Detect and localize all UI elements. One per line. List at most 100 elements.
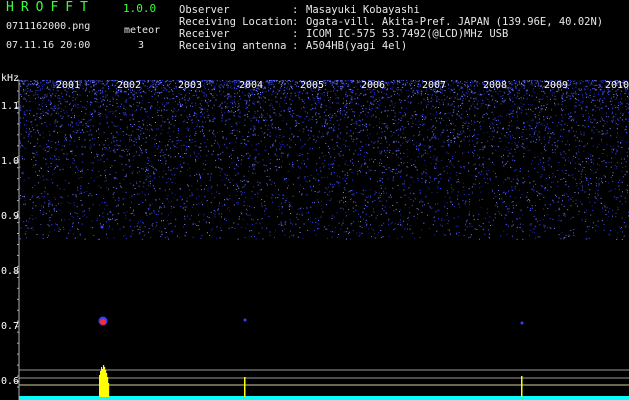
noise-speck: [98, 185, 100, 187]
noise-speck: [523, 147, 525, 149]
noise-speck: [586, 209, 587, 211]
noise-speck: [437, 210, 439, 212]
noise-speck: [584, 144, 586, 146]
noise-speck: [605, 209, 607, 211]
noise-speck: [180, 106, 182, 107]
noise-speck: [533, 88, 535, 90]
noise-speck: [207, 117, 209, 119]
noise-speck: [544, 215, 545, 217]
noise-speck: [352, 92, 354, 94]
noise-speck: [100, 81, 102, 82]
noise-speck: [97, 159, 99, 161]
noise-speck: [417, 89, 419, 91]
noise-speck: [550, 186, 552, 188]
noise-speck: [26, 110, 28, 112]
noise-speck: [623, 235, 625, 237]
noise-speck: [289, 146, 291, 148]
noise-speck: [198, 153, 200, 155]
noise-speck: [516, 108, 518, 110]
noise-speck: [534, 108, 536, 110]
noise-speck: [586, 238, 588, 240]
noise-speck: [612, 119, 614, 121]
noise-speck: [243, 201, 245, 203]
noise-speck: [281, 213, 283, 215]
noise-speck: [255, 222, 257, 224]
noise-speck: [165, 232, 167, 233]
noise-speck: [109, 174, 111, 175]
noise-speck: [29, 217, 31, 219]
noise-speck: [500, 103, 502, 105]
noise-speck: [472, 144, 474, 146]
noise-speck: [267, 184, 269, 186]
noise-speck: [488, 158, 490, 160]
noise-speck: [229, 195, 230, 196]
noise-speck: [313, 185, 314, 187]
noise-speck: [195, 105, 197, 107]
noise-speck: [224, 95, 226, 97]
noise-speck: [485, 104, 487, 106]
noise-speck: [24, 124, 26, 126]
noise-speck: [328, 225, 330, 226]
noise-speck: [318, 102, 320, 104]
noise-speck: [304, 163, 305, 165]
noise-speck: [129, 225, 131, 227]
noise-speck: [60, 196, 62, 198]
noise-speck: [605, 166, 607, 168]
noise-speck: [312, 148, 313, 150]
noise-speck: [201, 189, 202, 191]
noise-speck: [31, 123, 33, 125]
noise-speck: [593, 88, 595, 89]
noise-speck: [209, 81, 211, 83]
noise-speck: [86, 190, 88, 192]
noise-speck: [362, 193, 364, 195]
noise-speck: [195, 160, 197, 162]
noise-speck: [111, 111, 113, 112]
noise-speck: [622, 113, 624, 115]
noise-speck: [435, 177, 437, 179]
noise-speck: [256, 101, 258, 103]
noise-speck: [573, 234, 575, 236]
noise-speck: [173, 97, 175, 99]
noise-speck: [575, 105, 577, 107]
noise-speck: [167, 195, 169, 197]
noise-speck: [429, 228, 430, 229]
noise-speck: [473, 215, 475, 216]
noise-speck: [418, 120, 420, 122]
noise-speck: [155, 122, 156, 123]
noise-speck: [206, 221, 207, 223]
noise-speck: [578, 88, 580, 90]
noise-speck: [227, 98, 229, 100]
noise-speck: [173, 167, 175, 169]
noise-speck: [19, 109, 21, 111]
noise-speck: [149, 161, 151, 162]
noise-speck: [467, 89, 468, 91]
noise-speck: [183, 110, 185, 112]
noise-speck: [491, 95, 493, 97]
noise-speck: [560, 124, 562, 125]
noise-speck: [420, 103, 422, 105]
noise-speck: [378, 151, 380, 153]
noise-speck: [540, 162, 542, 164]
noise-speck: [87, 125, 89, 127]
noise-speck: [144, 150, 146, 152]
noise-speck: [506, 137, 508, 139]
noise-speck: [44, 149, 46, 151]
noise-speck: [361, 232, 363, 234]
noise-speck: [371, 107, 373, 109]
noise-speck: [592, 155, 594, 157]
noise-speck: [116, 149, 118, 151]
noise-speck: [410, 184, 412, 186]
noise-speck: [474, 145, 476, 147]
noise-speck: [562, 99, 564, 101]
noise-speck: [578, 104, 580, 106]
noise-speck: [603, 120, 605, 122]
noise-speck: [261, 97, 263, 99]
noise-speck: [60, 210, 62, 212]
noise-speck: [216, 80, 218, 82]
noise-speck: [477, 108, 479, 110]
noise-speck: [526, 93, 528, 95]
noise-speck: [381, 123, 383, 124]
noise-speck: [395, 208, 397, 210]
noise-speck: [299, 155, 301, 157]
noise-speck: [450, 184, 452, 186]
